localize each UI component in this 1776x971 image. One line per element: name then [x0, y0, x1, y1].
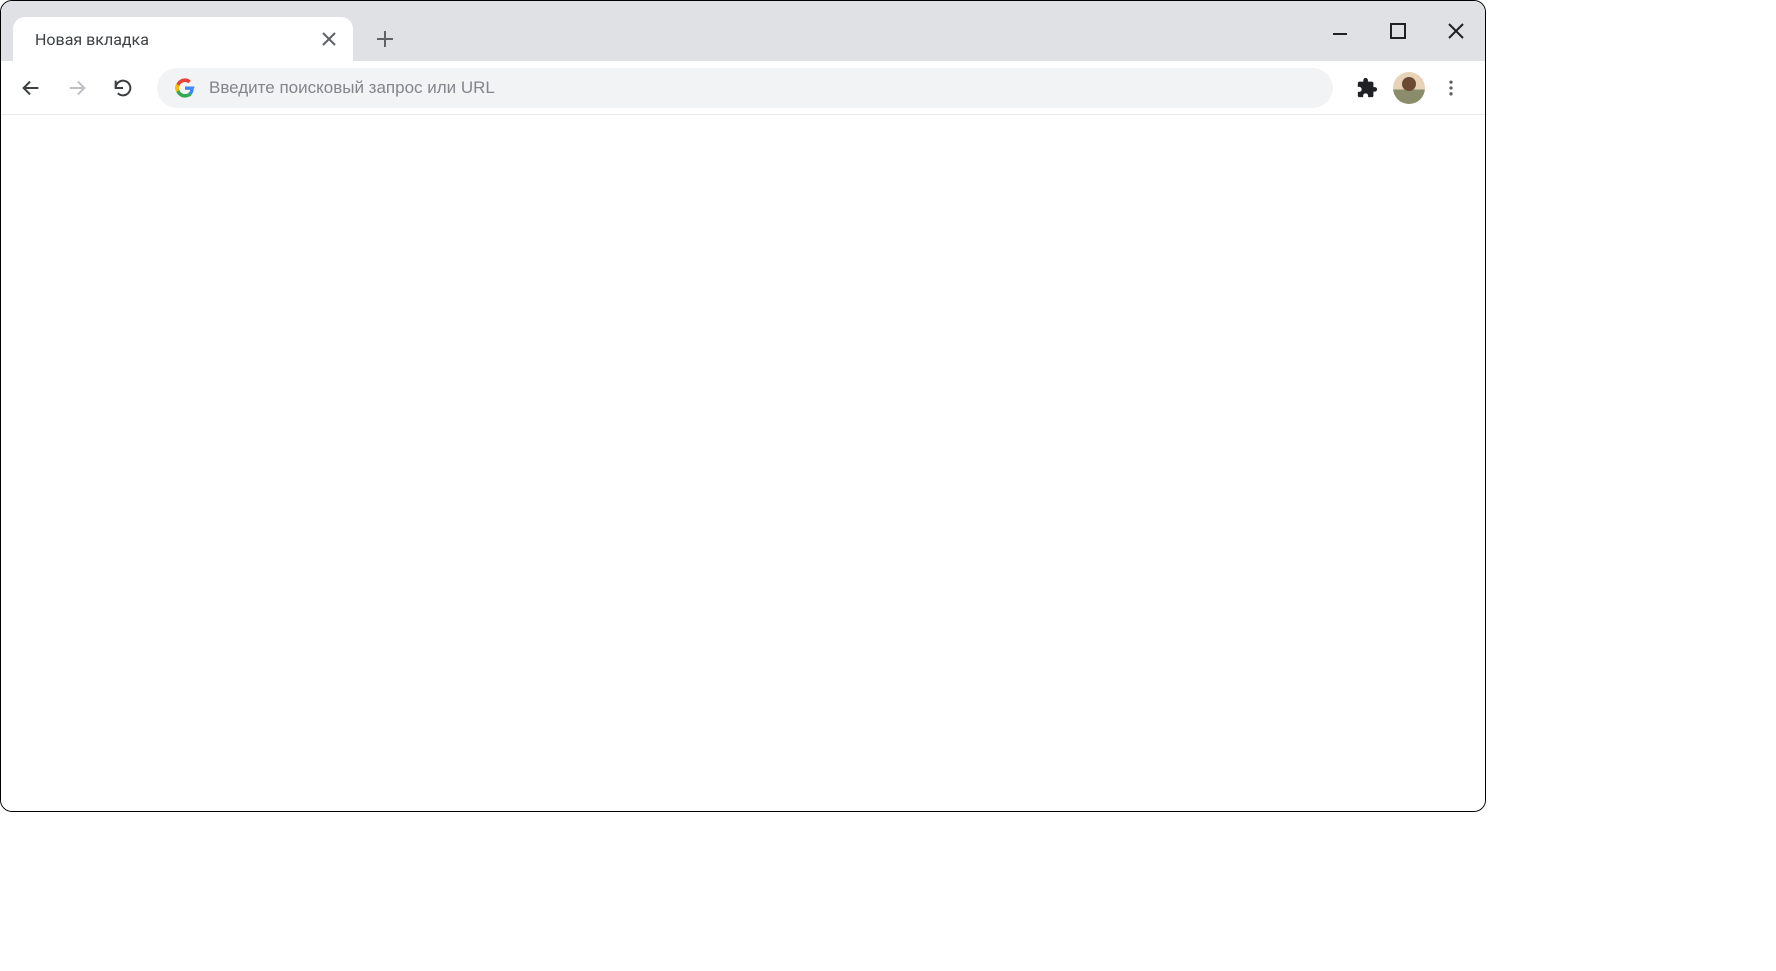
window-controls — [1311, 1, 1485, 61]
browser-menu-button[interactable] — [1431, 68, 1471, 108]
toolbar-right — [1347, 68, 1475, 108]
close-window-button[interactable] — [1427, 1, 1485, 61]
google-logo-icon — [175, 78, 195, 98]
browser-window: Новая вкладка — [0, 0, 1486, 812]
minimize-icon — [1331, 22, 1349, 40]
reload-icon — [112, 77, 134, 99]
back-button[interactable] — [11, 68, 51, 108]
extensions-button[interactable] — [1347, 68, 1387, 108]
page-content — [1, 115, 1485, 812]
arrow-right-icon — [66, 77, 88, 99]
close-tab-button[interactable] — [319, 29, 339, 49]
arrow-left-icon — [20, 77, 42, 99]
plus-icon — [376, 30, 394, 48]
reload-button[interactable] — [103, 68, 143, 108]
tab-active[interactable]: Новая вкладка — [13, 17, 353, 61]
maximize-button[interactable] — [1369, 1, 1427, 61]
tab-strip: Новая вкладка — [1, 1, 1485, 61]
close-icon — [1447, 22, 1465, 40]
tab-title: Новая вкладка — [35, 30, 309, 49]
profile-avatar[interactable] — [1393, 72, 1425, 104]
close-icon — [322, 32, 336, 46]
forward-button[interactable] — [57, 68, 97, 108]
address-input[interactable] — [209, 78, 1315, 98]
puzzle-piece-icon — [1356, 77, 1378, 99]
vertical-dots-icon — [1441, 78, 1461, 98]
toolbar — [1, 61, 1485, 115]
new-tab-button[interactable] — [367, 21, 403, 57]
maximize-icon — [1389, 22, 1407, 40]
omnibox[interactable] — [157, 68, 1333, 108]
minimize-button[interactable] — [1311, 1, 1369, 61]
